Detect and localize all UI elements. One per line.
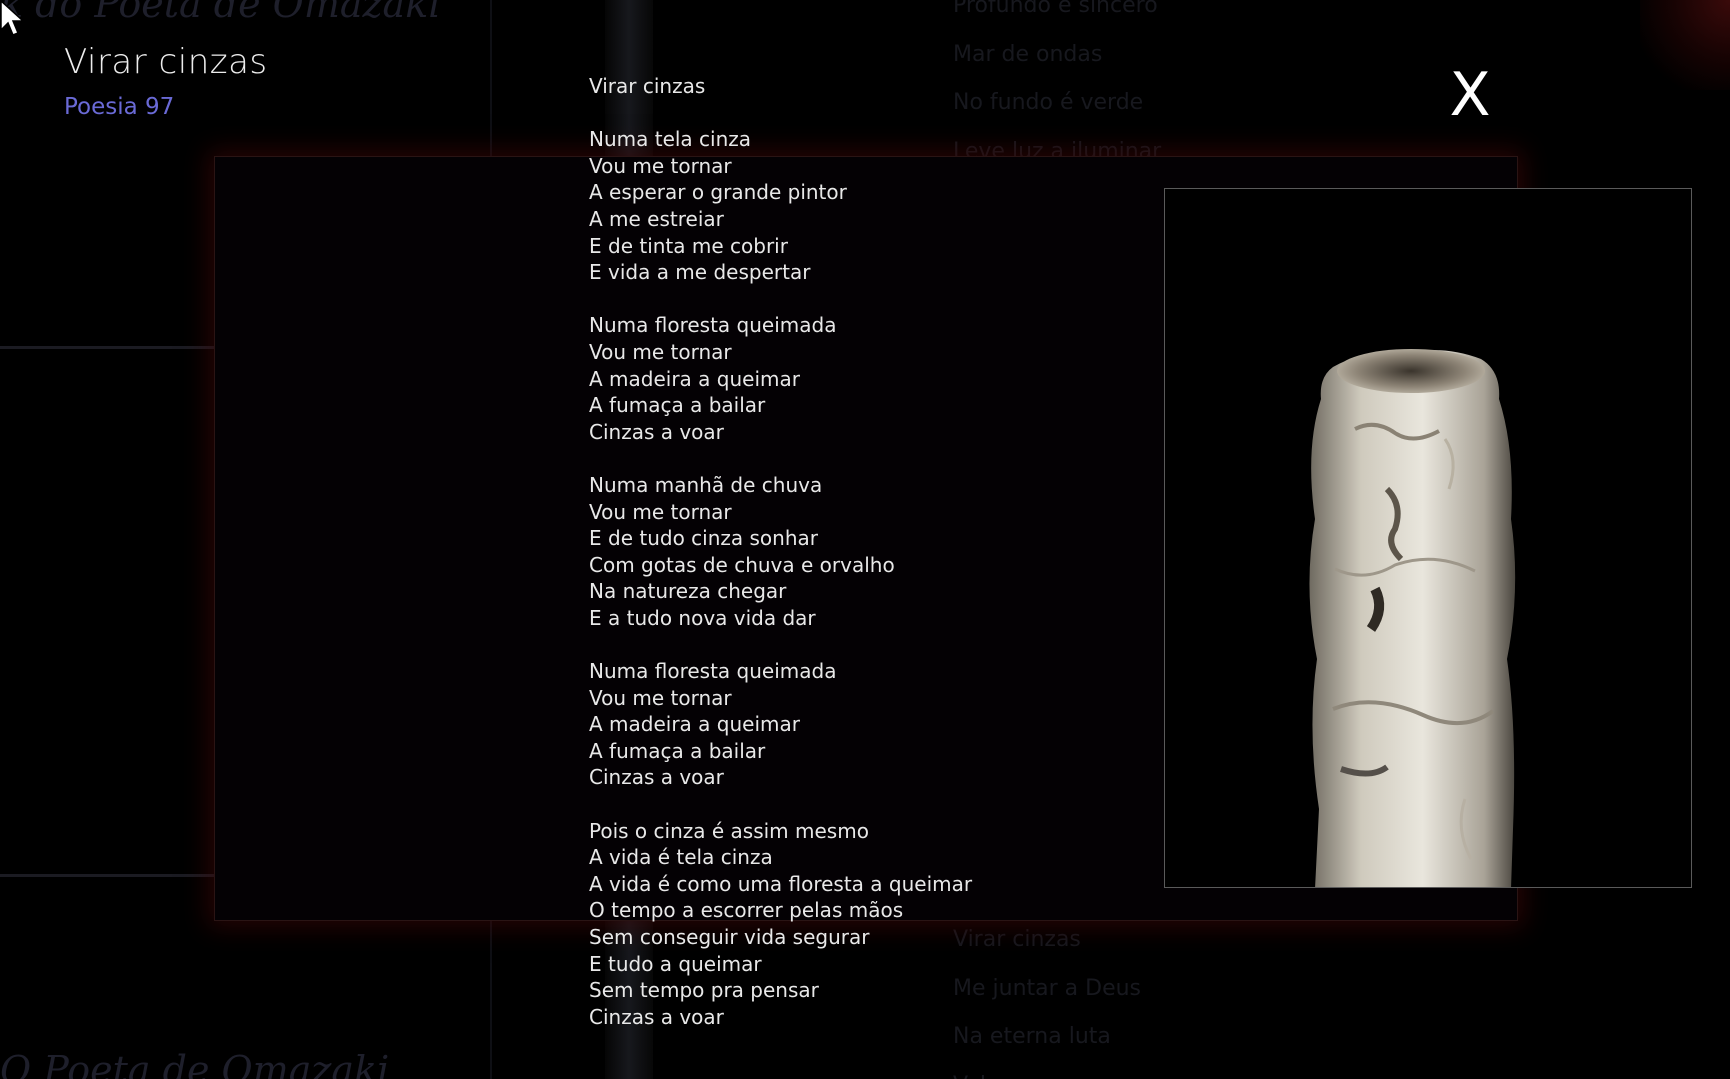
overlay-title: Virar cinzas (64, 42, 268, 82)
poem-line: A esperar o grande pintor (589, 180, 847, 205)
poem-line: Na natureza chegar (589, 579, 787, 604)
poem-line: E a tudo nova vida dar (589, 605, 816, 630)
poem-line: Vou me tornar (589, 499, 732, 524)
poem-line: O tempo a escorrer pelas mãos (589, 898, 904, 923)
background-menu-item: Me juntar a Deus (953, 975, 1142, 1001)
stanza-gap (589, 631, 972, 658)
background-menu-item: Na eterna luta (953, 1024, 1111, 1049)
background-menu-item: Profundo e sincero (953, 0, 1158, 18)
background-site-title: k do Poeta de Omazaki (0, 0, 441, 26)
poem-line: Vou me tornar (589, 153, 732, 178)
stanza-gap (589, 100, 972, 127)
poem-line: Sem tempo pra pensar (589, 978, 819, 1003)
poem-photo (1164, 188, 1692, 888)
poem-line: Numa tela cinza (589, 127, 752, 152)
page: k do Poeta de Omazaki Profundo e sincero… (0, 0, 1730, 1079)
poem-line: E de tudo cinza sonhar (589, 526, 818, 551)
background-site-footer: O Poeta de Omazaki (0, 1048, 390, 1079)
background-glow (1640, 0, 1730, 90)
stanza-gap (589, 286, 972, 313)
poem-line: A fumaça a bailar (589, 393, 766, 418)
poem-line: E vida a me despertar (589, 260, 811, 285)
stanza-gap (589, 445, 972, 472)
poem-line: E de tinta me cobrir (589, 233, 788, 258)
poem-line: A vida é tela cinza (589, 845, 773, 870)
poem-line: Numa manhã de chuva (589, 472, 823, 497)
poem-line: Sem conseguir vida segurar (589, 925, 870, 949)
ash-photo-icon (1165, 189, 1691, 887)
background-menu-item: No fundo é verde (953, 90, 1144, 115)
poem-line: Cinzas a voar (589, 1004, 724, 1029)
poem-text: Virar cinzas Numa tela cinza Vou me torna… (589, 73, 972, 1030)
poem-line: E tudo a queimar (589, 951, 762, 976)
poem-line: Cinzas a voar (589, 419, 724, 444)
stanza-gap (589, 791, 972, 818)
poem-line: A madeira a queimar (589, 366, 800, 391)
poem-line: Pois o cinza é assim mesmo (589, 818, 869, 843)
poem-line: A fumaça a bailar (589, 738, 766, 763)
background-menu-bottom: Virar cinzas Me juntar a Deus Na eterna lu… (953, 916, 1141, 1079)
close-button[interactable]: X (1440, 58, 1500, 132)
background-menu-item: Virar cinzas (953, 927, 1081, 952)
background-rule (0, 346, 215, 349)
poem-line: Vou me tornar (589, 685, 732, 710)
poem-line: A vida é como uma floresta a queimar (589, 871, 973, 896)
background-rule (0, 874, 215, 877)
background-menu-top: Profundo e sincero Mar de ondas No fundo é… (953, 0, 1161, 176)
poem-line: Vou me tornar (589, 339, 732, 364)
poem-line: Com gotas de chuva e orvalho (589, 552, 895, 577)
poem-line: A me estreiar (589, 206, 724, 231)
overlay-subtitle: Poesia 97 (64, 94, 175, 120)
mouse-cursor-icon (0, 0, 25, 36)
poem-line: Numa floresta queimada (589, 659, 837, 684)
poem-line: Cinzas a voar (589, 765, 724, 790)
poem-line: Numa floresta queimada (589, 313, 837, 338)
background-menu-item: Valeu (953, 1062, 1141, 1079)
poem-title: Virar cinzas (589, 74, 706, 98)
background-menu-item: Mar de ondas (953, 41, 1103, 67)
poem-line: A madeira a queimar (589, 712, 800, 737)
